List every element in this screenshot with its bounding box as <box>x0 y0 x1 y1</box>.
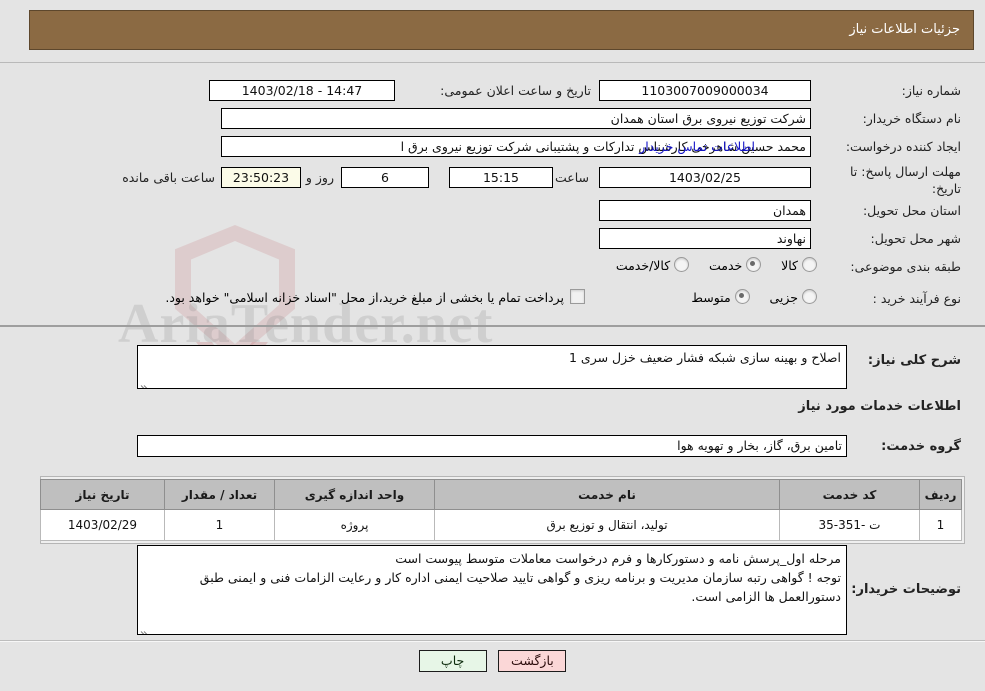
announce-datetime-label: تاریخ و ساعت اعلان عمومی: <box>440 83 591 98</box>
cell-quantity: 1 <box>164 509 275 541</box>
service-group-label: گروه خدمت: <box>881 439 961 454</box>
province-value: همدان <box>599 200 811 221</box>
services-section-title: اطلاعات خدمات مورد نیاز <box>798 399 961 414</box>
announce-datetime-value: 14:47 - 1403/02/18 <box>209 80 395 101</box>
treasury-checkbox-group: پرداخت تمام یا بخشی از مبلغ خرید،از محل … <box>165 289 585 305</box>
summary-value: اصلاح و بهینه سازی شبکه فشار ضعیف خزل سر… <box>569 350 841 365</box>
cell-index: 1 <box>919 509 962 541</box>
col-code: کد خدمت <box>779 479 920 510</box>
remaining-time-value: 23:50:23 <box>221 167 301 188</box>
col-unit: واحد اندازه گیری <box>274 479 435 510</box>
service-group-value: تامین برق، گاز، بخار و تهویه هوا <box>137 435 847 457</box>
footer-button-bar: بازگشت چاپ <box>0 650 985 672</box>
deadline-label-line1: مهلت ارسال پاسخ: تا <box>850 164 961 179</box>
purchase-type-label: نوع فرآیند خرید : <box>872 291 961 306</box>
table-header-row: ردیف کد خدمت نام خدمت واحد اندازه گیری ت… <box>40 479 962 510</box>
city-value: نهاوند <box>599 228 811 249</box>
need-number-label: شماره نیاز: <box>901 83 961 98</box>
category-radio-0[interactable] <box>802 257 817 272</box>
category-radio-1-label[interactable]: خدمت <box>709 258 742 273</box>
cell-need-date: 1403/02/29 <box>40 509 165 541</box>
deadline-date-value: 1403/02/25 <box>599 167 811 188</box>
cell-unit: پروژه <box>274 509 435 541</box>
summary-label: شرح کلی نیاز: <box>867 353 961 368</box>
remaining-days-label: روز و <box>305 170 334 185</box>
col-name: نام خدمت <box>434 479 780 510</box>
col-quantity: تعداد / مقدار <box>164 479 275 510</box>
summary-resize-grip[interactable] <box>140 377 150 388</box>
buyer-notes-resize-grip[interactable] <box>140 623 150 634</box>
province-label: استان محل تحویل: <box>862 203 961 218</box>
category-radio-group: کالا خدمت کالا/خدمت <box>600 257 817 273</box>
buyer-org-value: شرکت توزیع نیروی برق استان همدان <box>221 108 811 129</box>
purchase-type-radio-0-label[interactable]: جزیی <box>769 290 798 305</box>
remaining-days-value: 6 <box>341 167 429 188</box>
back-button[interactable]: بازگشت <box>498 650 567 672</box>
treasury-checkbox[interactable] <box>570 289 585 304</box>
services-table-wrap: ردیف کد خدمت نام خدمت واحد اندازه گیری ت… <box>40 476 965 544</box>
deadline-label-line2: تاریخ: <box>931 181 961 196</box>
buyer-notes-line-1: مرحله اول_پرسش نامه و دستورکارها و فرم د… <box>395 551 841 566</box>
cell-code: ت -351-35 <box>779 509 920 541</box>
category-label: طبقه بندی موضوعی: <box>850 259 961 274</box>
page-header: جزئیات اطلاعات نیاز <box>29 10 974 50</box>
buyer-notes-textarea[interactable]: مرحله اول_پرسش نامه و دستورکارها و فرم د… <box>137 545 847 635</box>
category-radio-1[interactable] <box>746 257 762 272</box>
creator-label: ایجاد کننده درخواست: <box>845 139 961 154</box>
page-title: جزئیات اطلاعات نیاز <box>849 22 960 37</box>
services-table: ردیف کد خدمت نام خدمت واحد اندازه گیری ت… <box>40 479 962 541</box>
cell-name: تولید، انتقال و توزیع برق <box>434 509 780 541</box>
buyer-notes-section: توضیحات خریدار: مرحله اول_پرسش نامه و دس… <box>0 540 985 640</box>
remaining-suffix-label: ساعت باقی مانده <box>122 170 215 185</box>
buyer-org-label: نام دستگاه خریدار: <box>862 111 961 126</box>
print-button[interactable]: چاپ <box>418 650 487 672</box>
purchase-type-radio-0[interactable] <box>802 289 817 304</box>
col-index: ردیف <box>919 479 962 510</box>
purchase-type-radio-1[interactable] <box>734 289 750 304</box>
category-radio-2[interactable] <box>674 257 690 272</box>
buyer-contact-link[interactable]: اطلاعات تماس خریدار <box>639 139 755 154</box>
deadline-hour-value: 15:15 <box>449 167 553 188</box>
category-radio-0-label[interactable]: کالا <box>781 258 798 273</box>
buyer-notes-label: توضیحات خریدار: <box>851 582 961 597</box>
city-label: شهر محل تحویل: <box>870 231 961 246</box>
services-section: شرح کلی نیاز: اصلاح و بهینه سازی شبکه فش… <box>0 329 985 461</box>
buyer-notes-line-2: توجه ! گواهی رتبه سازمان مدیریت و برنامه… <box>199 570 841 585</box>
footer-separator <box>0 640 985 642</box>
deadline-hour-label: ساعت <box>554 170 589 185</box>
need-number-value: 1103007009000034 <box>599 80 811 101</box>
col-need-date: تاریخ نیاز <box>40 479 165 510</box>
purchase-type-radio-1-label[interactable]: متوسط <box>691 290 730 305</box>
summary-textarea[interactable]: اصلاح و بهینه سازی شبکه فشار ضعیف خزل سر… <box>137 345 847 389</box>
table-row: 1 ت -351-35 تولید، انتقال و توزیع برق پر… <box>40 509 962 541</box>
need-details-panel: شماره نیاز: 1103007009000034 تاریخ و ساع… <box>0 62 985 327</box>
treasury-checkbox-label[interactable]: پرداخت تمام یا بخشی از مبلغ خرید،از محل … <box>165 290 564 305</box>
buyer-notes-line-3: دستورالعمل ها الزامی است. <box>691 589 841 604</box>
purchase-type-radio-group: جزیی متوسط <box>675 289 817 305</box>
category-radio-2-label[interactable]: کالا/خدمت <box>616 258 670 273</box>
